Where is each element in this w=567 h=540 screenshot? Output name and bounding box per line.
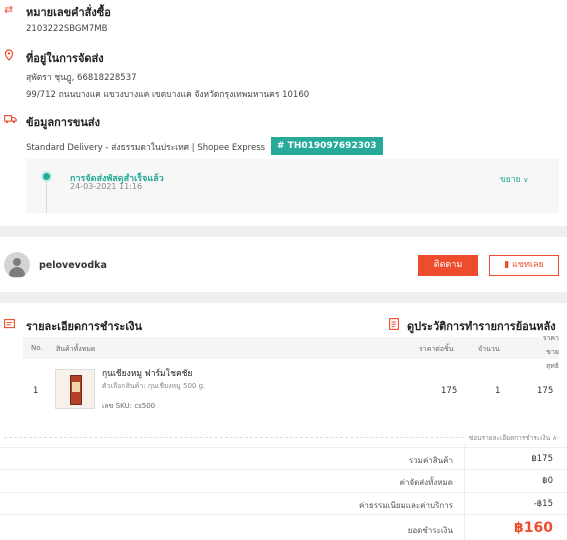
delivery-date: 24-03-2021 11:16 [70,182,143,191]
pack-label-image [72,382,80,392]
total-value: ฿160 [514,520,553,536]
quantity: 1 [495,386,501,396]
avatar-head [13,258,21,266]
summary-row-shipping: ค่าจัดส่งทั้งหมด ฿0 [0,469,567,491]
toggle-label: ซ่อนรายละเอียดการชำระเงิน [468,434,551,442]
order-number-title: หมายเลขคำสั่งซื้อ [26,6,111,19]
hide-payment-details-toggle[interactable]: ซ่อนรายละเอียดการชำระเงิน ∧ [464,433,557,443]
avatar-body [9,267,25,277]
summary-row-subtotal: รวมค่าสินค้า ฿175 [0,447,567,469]
order-info-card: ⇄ หมายเลขคำสั่งซื้อ 2103222SBGM7MB ที่อย… [0,0,567,226]
address-title: ที่อยู่ในการจัดส่ง [26,52,104,65]
col-qty: จำนวน [478,345,500,353]
address-line: 99/712 ถนนบางแค แขวงบางแค เขตบางแค จังหว… [26,90,310,100]
avatar[interactable] [4,252,30,278]
service-fee-value: -฿15 [533,499,553,509]
order-number-icon: ⇄ [4,3,14,16]
shipping-fee-value: ฿0 [542,476,553,486]
chat-label: แชทเลย [512,260,544,270]
shipping-fee-label: ค่าจัดส่งทั้งหมด [399,478,453,487]
table-header: No. สินค้าทั้งหมด ราคาต่อชิ้น จำนวน ราคา… [23,334,559,370]
subtotal-label: รวมค่าสินค้า [408,456,453,465]
subtotal-value: ฿175 [531,454,553,464]
receipt-icon [4,318,15,332]
total-label: ยอดชำระเงิน [407,526,453,535]
expand-timeline-button[interactable]: ขยาย ∨ [500,172,528,186]
shipping-title: ข้อมูลการขนส่ง [26,116,100,129]
location-pin-icon [4,49,14,64]
expand-label: ขยาย [500,175,521,185]
product-thumbnail[interactable] [55,369,95,409]
product-variant: ตัวเลือกสินค้า: กุนเชียงหมู 500 g. [102,382,206,390]
col-no: No. [31,344,43,352]
address-name-phone: สุพัตรา ชุนฎู, 66818228537 [26,73,137,83]
chat-icon: ▮ [504,260,510,270]
shipping-timeline: การจัดส่งพัสดุสำเร็จแล้ว 24-03-2021 11:1… [26,159,559,213]
payment-title: รายละเอียดการชำระเงิน [26,320,142,333]
service-fee-label: ค่าธรรมเนียมและค่าบริการ [359,501,453,510]
product-sku: เลข SKU: cs500 [102,402,156,410]
order-number: 2103222SBGM7MB [26,24,108,34]
row-no: 1 [33,386,39,396]
col-product: สินค้าทั้งหมด [56,345,96,353]
col-unit-price: ราคาต่อชิ้น [419,345,454,353]
product-name[interactable]: กุนเชียงหมู ฟาร์มโชคชัย [102,366,192,380]
shipping-method: Standard Delivery - ส่งธรรมดาในประเทศ | … [26,143,266,153]
follow-button[interactable]: ติดตาม [418,255,478,276]
summary-row-total: ยอดชำระเงิน ฿160 [0,514,567,540]
history-icon [388,318,399,333]
tracking-number-badge[interactable]: # TH019097692303 [271,137,383,155]
chevron-down-icon: ∨ [523,176,529,184]
chat-button[interactable]: ▮ แชทเลย [489,255,559,276]
truck-icon [4,114,17,127]
timeline-line [46,177,47,213]
col-net: ราคาขาย สุทธิ [542,334,559,370]
seller-name[interactable]: pelovevodka [39,260,107,271]
net-price: 175 [537,386,554,396]
chevron-up-icon: ∧ [552,434,557,442]
unit-price: 175 [441,386,458,396]
summary-row-fee: ค่าธรรมเนียมและค่าบริการ -฿15 [0,492,567,514]
timeline-dot [41,171,52,182]
